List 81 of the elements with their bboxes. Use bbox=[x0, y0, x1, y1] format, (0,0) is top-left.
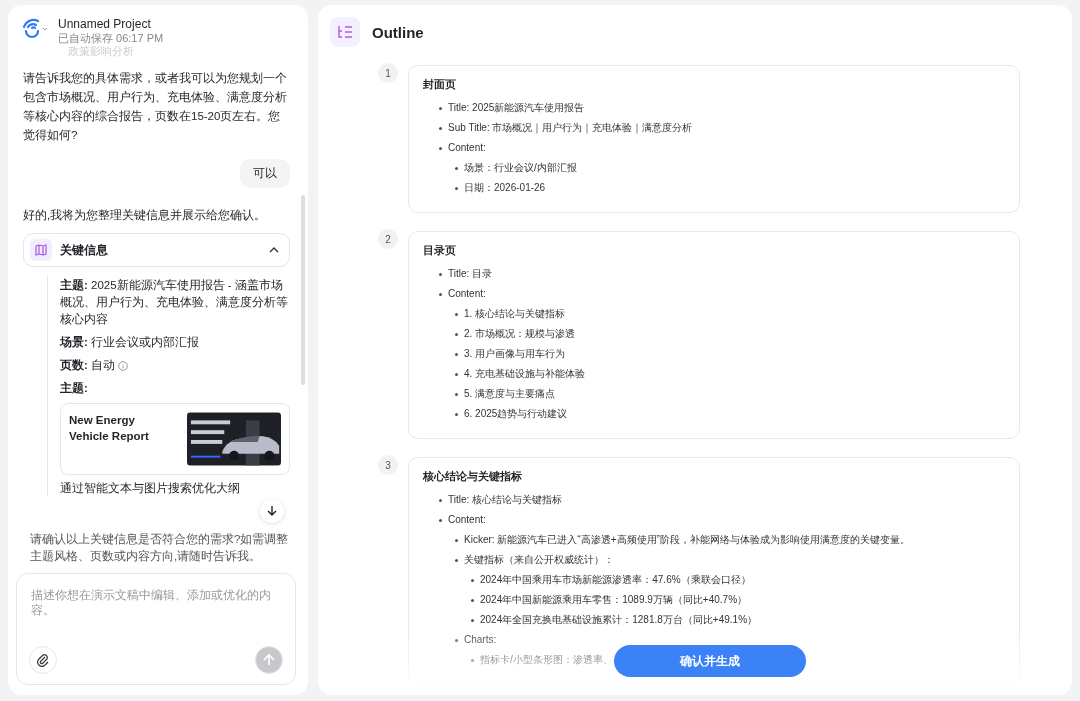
outline-item: Content: bbox=[448, 513, 486, 527]
bullet-icon bbox=[439, 498, 442, 502]
bullet-icon bbox=[455, 186, 458, 190]
outline-item: 4. 充电基础设施与补能体验 bbox=[464, 367, 586, 381]
chevron-icon bbox=[269, 247, 279, 253]
outline-item: 1. 核心结论与关键指标 bbox=[464, 307, 566, 321]
bullet-icon bbox=[455, 392, 458, 396]
outline-item: Charts: bbox=[464, 633, 497, 647]
outline-item: 日期：2026-01-26 bbox=[464, 181, 546, 195]
bullet-icon bbox=[471, 618, 474, 622]
bullet-icon bbox=[455, 332, 458, 336]
field-text: 页数: 自动 bbox=[60, 358, 116, 373]
outline-item: Content: bbox=[448, 287, 486, 301]
outline-item: Kicker: 新能源汽车已进入“高渗透+高频使用”阶段，补能网络与体验成为影响使用满意度的关键变量。 bbox=[464, 533, 910, 547]
outline-item: Title: 核心结论与关键指标 bbox=[448, 493, 563, 507]
outline-item: 关键指标（来自公开权威统计）： bbox=[464, 553, 614, 567]
slide-card[interactable]: 目录页 Title: 目录 Content: 1. 核心结论与关键指标 2. 市场概况：规模与渗透 3. 用户画像与用车行为 4. 充电基础设施与补能体验 5. 满意度与主要痛点 6. 2025趋势与行动建议 bbox=[408, 231, 1020, 439]
theme-name: New Energy Vehicle Report bbox=[69, 413, 150, 444]
logo-icon bbox=[22, 17, 50, 39]
bullet-icon bbox=[455, 558, 458, 562]
field-text: 主题: bbox=[60, 380, 88, 396]
assistant-message: 请告诉我您的具体需求，或者我可以为您规划一个包含市场概况、用户行为、充电体验、满意度分析等核心内容的综合报告，页数在15-20页左右。您觉得如何? bbox=[23, 71, 288, 143]
bullet-icon bbox=[455, 538, 458, 542]
slide-card[interactable] bbox=[408, 457, 1020, 685]
theme-card[interactable]: New Energy Vehicle Report bbox=[60, 403, 290, 475]
bullet-icon bbox=[471, 578, 474, 582]
bullet-icon bbox=[455, 312, 458, 316]
slide-heading: 目录页 bbox=[423, 244, 457, 258]
outline-item: Content: bbox=[448, 141, 486, 155]
arrow-up-icon bbox=[262, 653, 276, 667]
bullet-icon bbox=[471, 598, 474, 602]
user-message: 可以 bbox=[240, 159, 290, 188]
arrow-down-icon bbox=[266, 505, 278, 517]
outline-item: 2024年中国新能源乘用车零售：1089.9万辆（同比+40.7%） bbox=[480, 593, 748, 607]
slide-number: 2 bbox=[378, 229, 398, 249]
bullet-icon bbox=[439, 106, 442, 110]
attach-button[interactable] bbox=[29, 646, 57, 674]
outline-item: Title: 目录 bbox=[448, 267, 493, 281]
project-name: Unnamed Project bbox=[58, 17, 152, 31]
key-info-title: 关键信息 bbox=[60, 241, 109, 259]
slide-number: 3 bbox=[378, 455, 398, 475]
outline-item: 指标卡/小型条形图：渗透率、 bbox=[480, 653, 613, 667]
note-text: 通过智能文本与图片搜索优化大纲 bbox=[60, 481, 241, 496]
bullet-icon bbox=[471, 658, 474, 662]
outline-item: Title: 2025新能源汽车使用报告 bbox=[448, 101, 585, 115]
scroll-down-button[interactable] bbox=[260, 499, 284, 523]
key-info-header[interactable]: 关键信息 bbox=[23, 233, 290, 267]
bullet-icon bbox=[455, 372, 458, 376]
slide-number: 1 bbox=[378, 63, 398, 83]
outline-item: 场景：行业会议/内部汇报 bbox=[464, 161, 577, 175]
bullet-icon bbox=[439, 146, 442, 150]
bullet-icon bbox=[455, 166, 458, 170]
slide-card[interactable]: 封面页 Title: 2025新能源汽车使用报告 Sub Title: 市场概况｜用户行为｜充电体验｜满意度分析 Content: 场景：行业会议/内部汇报 日期：2026-01-26 bbox=[408, 65, 1020, 213]
save-status: 已自动保存 06:17 PM bbox=[58, 31, 164, 45]
bullet-icon bbox=[455, 638, 458, 642]
info-icon bbox=[118, 360, 129, 371]
outline-item: 3. 用户画像与用车行为 bbox=[464, 347, 566, 361]
confirm-button[interactable]: 确认并生成 bbox=[614, 645, 806, 677]
outline-item: 2. 市场概况：规模与渗透 bbox=[464, 327, 576, 341]
outline-item: Sub Title: 市场概况｜用户行为｜充电体验｜满意度分析 bbox=[448, 121, 693, 136]
outline-item: 2024年全国充换电基础设施累计：1281.8万台（同比+49.1%） bbox=[480, 613, 758, 627]
bullet-icon bbox=[455, 412, 458, 416]
outline-title: Outline bbox=[372, 23, 424, 41]
paperclip-icon bbox=[36, 653, 50, 667]
assistant-message: 好的,我将为您整理关键信息并展示给您确认。 bbox=[23, 208, 268, 223]
bullet-icon bbox=[455, 352, 458, 356]
field-text: 场景: 行业会议或内部汇报 bbox=[60, 335, 200, 350]
outline-item: 6. 2025趋势与行动建议 bbox=[464, 407, 568, 421]
bullet-icon bbox=[439, 272, 442, 276]
field-text: 主题: 2025新能源汽车使用报告 - 涵盖市场概况、用户行为、充电体验、满意度分析等核心内容 bbox=[60, 277, 289, 327]
map-icon bbox=[30, 239, 52, 261]
outline-item: 5. 满意度与主要痛点 bbox=[464, 387, 556, 401]
outline-icon bbox=[330, 17, 360, 47]
scrollbar[interactable] bbox=[301, 195, 305, 385]
bullet-icon bbox=[439, 518, 442, 522]
outline-item: 2024年中国乘用车市场新能源渗透率：47.6%（乘联会口径） bbox=[480, 573, 751, 587]
slide-heading: 封面页 bbox=[423, 78, 457, 92]
message-input[interactable]: 描述你想在演示文稿中编辑、添加或优化的内容。 bbox=[16, 573, 296, 685]
slide-heading: 核心结论与关键指标 bbox=[423, 470, 523, 484]
bullet-icon bbox=[439, 292, 442, 296]
bullet-icon bbox=[439, 126, 442, 130]
